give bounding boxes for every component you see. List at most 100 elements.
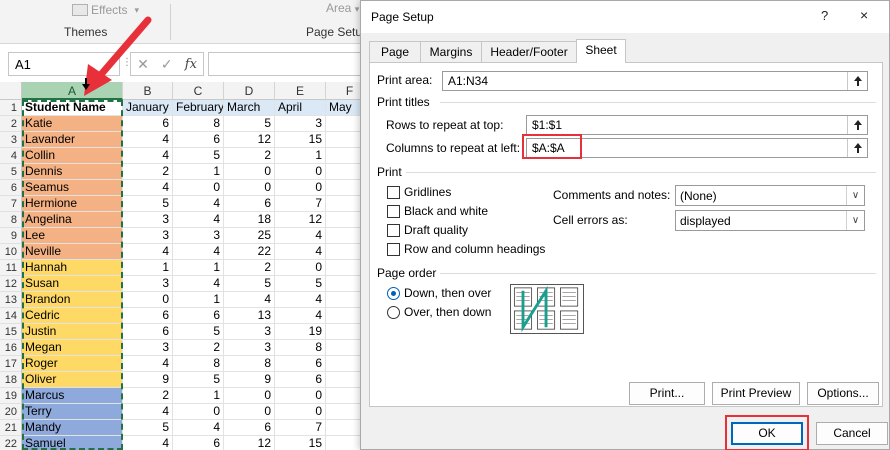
value-cell[interactable]: 4	[123, 148, 173, 164]
student-name-cell[interactable]: Angelina	[22, 212, 123, 228]
column-header-c[interactable]: C	[173, 82, 224, 100]
value-cell[interactable]: 13	[224, 308, 275, 324]
student-name-cell[interactable]: Seamus	[22, 180, 123, 196]
formula-input[interactable]	[208, 52, 368, 76]
value-cell[interactable]: 9	[224, 372, 275, 388]
row-header[interactable]: 8	[0, 212, 22, 228]
checkbox-icon[interactable]	[387, 223, 400, 237]
value-cell[interactable]: 1	[123, 260, 173, 276]
value-cell[interactable]: 15	[275, 436, 326, 450]
help-icon[interactable]: ?	[821, 8, 828, 23]
value-cell[interactable]: 6	[224, 420, 275, 436]
value-cell[interactable]: 5	[173, 372, 224, 388]
row-header[interactable]: 17	[0, 356, 22, 372]
value-cell[interactable]: 4	[173, 212, 224, 228]
value-cell[interactable]: 4	[275, 292, 326, 308]
value-cell[interactable]: 6	[123, 116, 173, 132]
value-cell[interactable]: 4	[224, 292, 275, 308]
value-cell[interactable]: 1	[173, 292, 224, 308]
cols-repeat-input[interactable]: $A:$A	[526, 138, 868, 158]
name-box[interactable]: A1 ▼	[8, 52, 120, 76]
effects-button[interactable]: Effects ▾	[72, 3, 139, 17]
value-cell[interactable]: 5	[123, 420, 173, 436]
row-header[interactable]: 5	[0, 164, 22, 180]
student-name-cell[interactable]: Lavander	[22, 132, 123, 148]
student-name-cell[interactable]: Samuel	[22, 436, 123, 450]
student-name-cell[interactable]: Mandy	[22, 420, 123, 436]
value-cell[interactable]: 4	[123, 180, 173, 196]
value-cell[interactable]: 4	[275, 244, 326, 260]
value-cell[interactable]: 5	[275, 276, 326, 292]
checkbox-icon[interactable]	[387, 204, 400, 218]
column-header-e[interactable]: E	[275, 82, 326, 100]
print-area-input[interactable]: A1:N34	[442, 71, 868, 91]
print-preview-button[interactable]: Print Preview	[712, 382, 800, 405]
student-name-cell[interactable]: Cedric	[22, 308, 123, 324]
tab-header-footer[interactable]: Header/Footer	[481, 41, 577, 62]
header-cell-month[interactable]: January	[123, 100, 173, 116]
value-cell[interactable]: 4	[275, 228, 326, 244]
header-cell-month[interactable]: February	[173, 100, 224, 116]
row-header[interactable]: 22	[0, 436, 22, 450]
value-cell[interactable]: 0	[275, 164, 326, 180]
comments-select[interactable]: (None) ∨	[675, 185, 865, 206]
close-icon[interactable]: ×	[860, 7, 868, 23]
value-cell[interactable]: 5	[123, 196, 173, 212]
row-header[interactable]: 9	[0, 228, 22, 244]
value-cell[interactable]: 2	[224, 260, 275, 276]
tab-margins[interactable]: Margins	[420, 41, 482, 62]
value-cell[interactable]: 4	[123, 356, 173, 372]
student-name-cell[interactable]: Hermione	[22, 196, 123, 212]
value-cell[interactable]: 2	[123, 164, 173, 180]
value-cell[interactable]: 8	[275, 340, 326, 356]
row-header[interactable]: 4	[0, 148, 22, 164]
value-cell[interactable]: 3	[275, 116, 326, 132]
value-cell[interactable]: 0	[224, 388, 275, 404]
value-cell[interactable]: 0	[275, 404, 326, 420]
student-name-cell[interactable]: Collin	[22, 148, 123, 164]
value-cell[interactable]: 3	[224, 324, 275, 340]
student-name-cell[interactable]: Justin	[22, 324, 123, 340]
value-cell[interactable]: 7	[275, 196, 326, 212]
row-header[interactable]: 2	[0, 116, 22, 132]
student-name-cell[interactable]: Oliver	[22, 372, 123, 388]
value-cell[interactable]: 6	[123, 324, 173, 340]
value-cell[interactable]: 4	[123, 132, 173, 148]
value-cell[interactable]: 1	[173, 164, 224, 180]
value-cell[interactable]: 18	[224, 212, 275, 228]
value-cell[interactable]: 8	[173, 356, 224, 372]
select-all-corner[interactable]	[0, 82, 22, 100]
student-name-cell[interactable]: Marcus	[22, 388, 123, 404]
gridlines-checkbox[interactable]: Gridlines	[387, 185, 451, 199]
row-header[interactable]: 18	[0, 372, 22, 388]
draft-quality-checkbox[interactable]: Draft quality	[387, 223, 468, 237]
cell-errors-select[interactable]: displayed ∨	[675, 210, 865, 231]
value-cell[interactable]: 4	[173, 276, 224, 292]
collapse-dialog-icon[interactable]	[847, 139, 867, 157]
tab-page[interactable]: Page	[369, 41, 421, 62]
chevron-down-icon[interactable]: ∨	[846, 211, 864, 230]
value-cell[interactable]: 5	[173, 148, 224, 164]
student-name-cell[interactable]: Megan	[22, 340, 123, 356]
student-name-cell[interactable]: Katie	[22, 116, 123, 132]
value-cell[interactable]: 15	[275, 132, 326, 148]
print-area-button[interactable]: Area ▾	[326, 1, 359, 15]
value-cell[interactable]: 0	[173, 404, 224, 420]
row-header[interactable]: 11	[0, 260, 22, 276]
rows-repeat-input[interactable]: $1:$1	[526, 115, 868, 135]
student-name-cell[interactable]: Neville	[22, 244, 123, 260]
row-header[interactable]: 19	[0, 388, 22, 404]
radio-selected-icon[interactable]	[387, 286, 400, 300]
collapse-dialog-icon[interactable]	[847, 72, 867, 90]
value-cell[interactable]: 0	[275, 180, 326, 196]
value-cell[interactable]: 3	[123, 340, 173, 356]
checkbox-icon[interactable]	[387, 185, 400, 199]
value-cell[interactable]: 7	[275, 420, 326, 436]
checkbox-icon[interactable]	[387, 242, 400, 256]
black-white-checkbox[interactable]: Black and white	[387, 204, 488, 218]
spreadsheet-grid[interactable]: A B C D E F 1 Student Name January February March A…	[0, 82, 374, 450]
value-cell[interactable]: 0	[224, 164, 275, 180]
value-cell[interactable]: 6	[173, 308, 224, 324]
value-cell[interactable]: 3	[123, 276, 173, 292]
chevron-down-icon[interactable]: ▼	[106, 59, 114, 68]
